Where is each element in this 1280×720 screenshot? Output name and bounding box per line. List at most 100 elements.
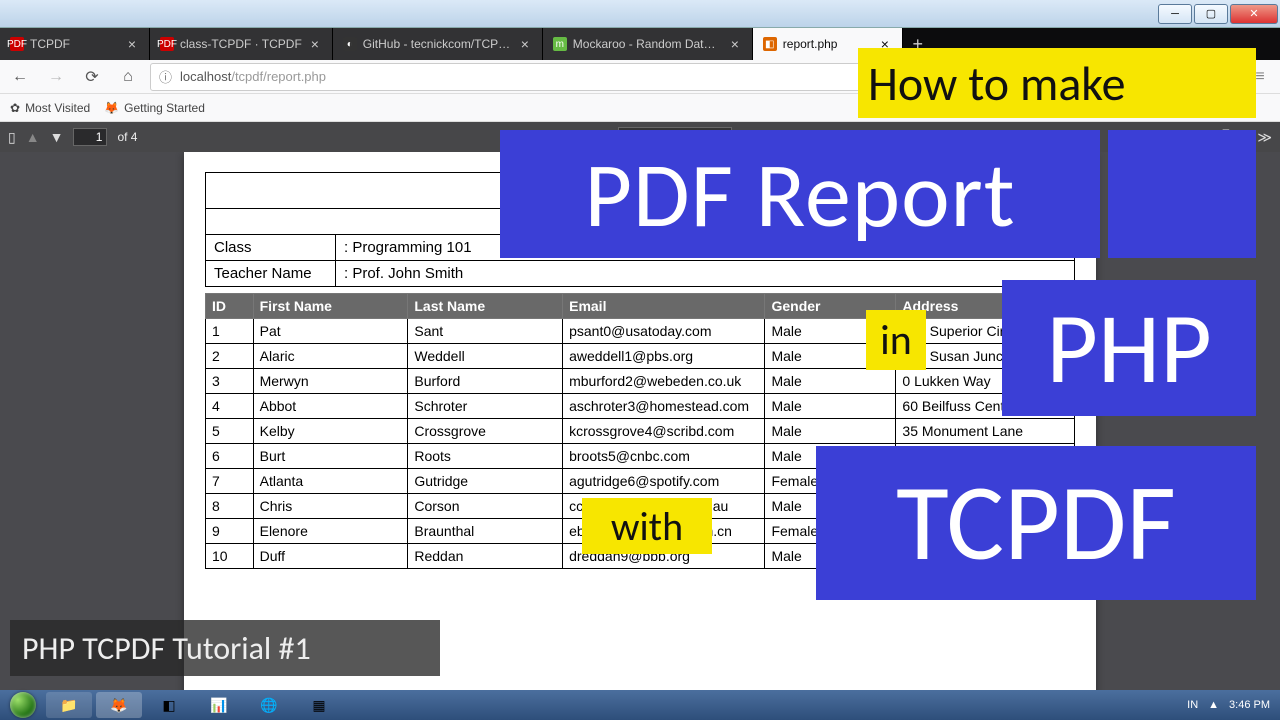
table-cell: 7: [206, 469, 254, 494]
forward-button[interactable]: →: [42, 63, 70, 91]
tab-favicon: ◧: [763, 37, 777, 51]
tray-lang[interactable]: IN: [1187, 699, 1198, 711]
open-file-icon[interactable]: ▤: [1196, 129, 1209, 146]
bookmark-item-0[interactable]: ✿Most Visited: [10, 101, 90, 115]
library-icon[interactable]: ▥: [1170, 63, 1198, 91]
table-cell: Schroter: [408, 394, 563, 419]
table-cell: Male: [765, 444, 896, 469]
student-table: IDFirst NameLast NameEmailGenderAddress …: [205, 293, 1075, 569]
table-cell: 85 Hallows Hill: [896, 544, 1075, 569]
page-actions-icon[interactable]: ⋯: [914, 69, 927, 85]
pdf-toolbar: ▯ ▲ ▼ of 4 − + Automatic Zoom ▾ ⛶ ▤ 🖶 ⭳ …: [0, 122, 1280, 152]
bookmark-item-1[interactable]: 🦊Getting Started: [104, 101, 205, 115]
pdf-page: University of Insert Name Here Student L…: [184, 152, 1096, 690]
window-maximize-button[interactable]: ▢: [1194, 4, 1228, 24]
downloads-icon[interactable]: ⭳: [1132, 63, 1160, 91]
address-bar[interactable]: ⓘ localhost/tcpdf/report.php ⋯ ☆: [150, 63, 956, 91]
table-row: 10DuffReddandreddan9@bbb.orgMale85 Hallo…: [206, 544, 1075, 569]
browser-tab-3[interactable]: mMockaroo - Random Data Gen×: [543, 28, 753, 60]
tab-close-icon[interactable]: ×: [518, 37, 532, 51]
table-cell: broots5@cnbc.com: [563, 444, 765, 469]
table-cell: Abbot: [253, 394, 408, 419]
table-row: 6BurtRootsbroots5@cnbc.comMale29 Kipling…: [206, 444, 1075, 469]
tools-icon[interactable]: ≫: [1257, 129, 1272, 146]
table-cell: Merwyn: [253, 369, 408, 394]
task-xampp[interactable]: ▦: [296, 692, 342, 718]
task-explorer[interactable]: 📁: [46, 692, 92, 718]
zoom-in-icon[interactable]: +: [600, 129, 608, 145]
pdf-viewport[interactable]: University of Insert Name Here Student L…: [0, 152, 1280, 690]
start-button[interactable]: [4, 692, 42, 718]
browser-tab-1[interactable]: PDFclass-TCPDF · TCPDF×: [150, 28, 333, 60]
tab-close-icon[interactable]: ×: [728, 37, 742, 51]
table-cell: Male: [765, 319, 896, 344]
table-cell: 35 Monument Lane: [896, 419, 1075, 444]
window-minimize-button[interactable]: ─: [1158, 4, 1192, 24]
tab-favicon: PDF: [10, 37, 24, 51]
table-cell: Reddan: [408, 544, 563, 569]
table-cell: 1: [206, 319, 254, 344]
table-cell: Crossgrove: [408, 419, 563, 444]
system-tray[interactable]: IN ▲ 3:46 PM: [1187, 699, 1276, 711]
site-info-icon[interactable]: ⓘ: [159, 67, 172, 86]
table-cell: Corson: [408, 494, 563, 519]
table-cell: Female: [765, 519, 896, 544]
browser-tab-2[interactable]: ◐GitHub - tecnickcom/TCPDF:×: [333, 28, 543, 60]
tab-close-icon[interactable]: ×: [125, 37, 139, 51]
bookmark-icon: ✿: [10, 101, 20, 115]
table-header: Last Name: [408, 294, 563, 319]
page-total-label: of 4: [117, 130, 137, 144]
table-cell: Male: [765, 544, 896, 569]
toggle-sidebar-icon[interactable]: ▯: [8, 129, 16, 146]
reload-button[interactable]: ⟳: [78, 63, 106, 91]
sidebar-icon[interactable]: ▣: [1208, 63, 1236, 91]
table-cell: Female: [765, 469, 896, 494]
next-page-icon[interactable]: ▼: [50, 129, 64, 145]
browser-nav-bar: ← → ⟳ ⌂ ⓘ localhost/tcpdf/report.php ⋯ ☆…: [0, 60, 1280, 94]
back-button[interactable]: ←: [6, 63, 34, 91]
table-cell: 485 Superior Circle: [896, 319, 1075, 344]
tray-clock: 3:46 PM: [1229, 699, 1270, 711]
table-cell: Male: [765, 419, 896, 444]
print-icon[interactable]: 🖶: [1219, 125, 1232, 149]
zoom-out-icon[interactable]: −: [582, 129, 590, 145]
report-title: University of Insert Name Here: [206, 173, 1075, 209]
new-tab-button[interactable]: +: [903, 28, 933, 60]
task-vscode[interactable]: ◧: [146, 692, 192, 718]
table-cell: 4: [206, 394, 254, 419]
report-header-table: University of Insert Name Here Student L…: [205, 172, 1075, 287]
task-taskmgr[interactable]: 📊: [196, 692, 242, 718]
bookmark-star-icon[interactable]: ☆: [935, 69, 947, 85]
table-cell: 5: [206, 419, 254, 444]
window-close-button[interactable]: ✕: [1230, 4, 1278, 24]
table-row: 8ChrisCorsonccorson7@privacy.gov.auMale3…: [206, 494, 1075, 519]
tray-chevron-icon[interactable]: ▲: [1208, 699, 1219, 711]
table-cell: Male: [765, 494, 896, 519]
task-firefox[interactable]: 🦊: [96, 692, 142, 718]
table-header: First Name: [253, 294, 408, 319]
task-app[interactable]: 🌐: [246, 692, 292, 718]
tab-close-icon[interactable]: ×: [878, 37, 892, 51]
browser-tab-4[interactable]: ◧report.php×: [753, 28, 903, 60]
table-cell: agutridge6@spotify.com: [563, 469, 765, 494]
search-box[interactable]: Search: [964, 64, 1124, 90]
table-header: Address: [896, 294, 1075, 319]
browser-tab-0[interactable]: PDFTCPDF×: [0, 28, 150, 60]
table-cell: Male: [765, 369, 896, 394]
zoom-select[interactable]: Automatic Zoom ▾: [618, 127, 731, 147]
table-cell: psant0@usatoday.com: [563, 319, 765, 344]
tab-label: GitHub - tecnickcom/TCPDF:: [363, 37, 512, 51]
page-number-input[interactable]: [73, 128, 107, 146]
table-cell: Chris: [253, 494, 408, 519]
table-header: ID: [206, 294, 254, 319]
table-cell: 759 Susan Junction: [896, 344, 1075, 369]
tab-close-icon[interactable]: ×: [308, 37, 322, 51]
home-button[interactable]: ⌂: [114, 63, 142, 91]
prev-page-icon[interactable]: ▲: [26, 129, 40, 145]
table-cell: 2: [206, 344, 254, 369]
table-cell: Burt: [253, 444, 408, 469]
download-icon[interactable]: ⭳: [1242, 125, 1247, 149]
table-cell: aschroter3@homestead.com: [563, 394, 765, 419]
menu-button[interactable]: ≡: [1246, 63, 1274, 91]
fullscreen-icon[interactable]: ⛶: [1176, 129, 1186, 146]
